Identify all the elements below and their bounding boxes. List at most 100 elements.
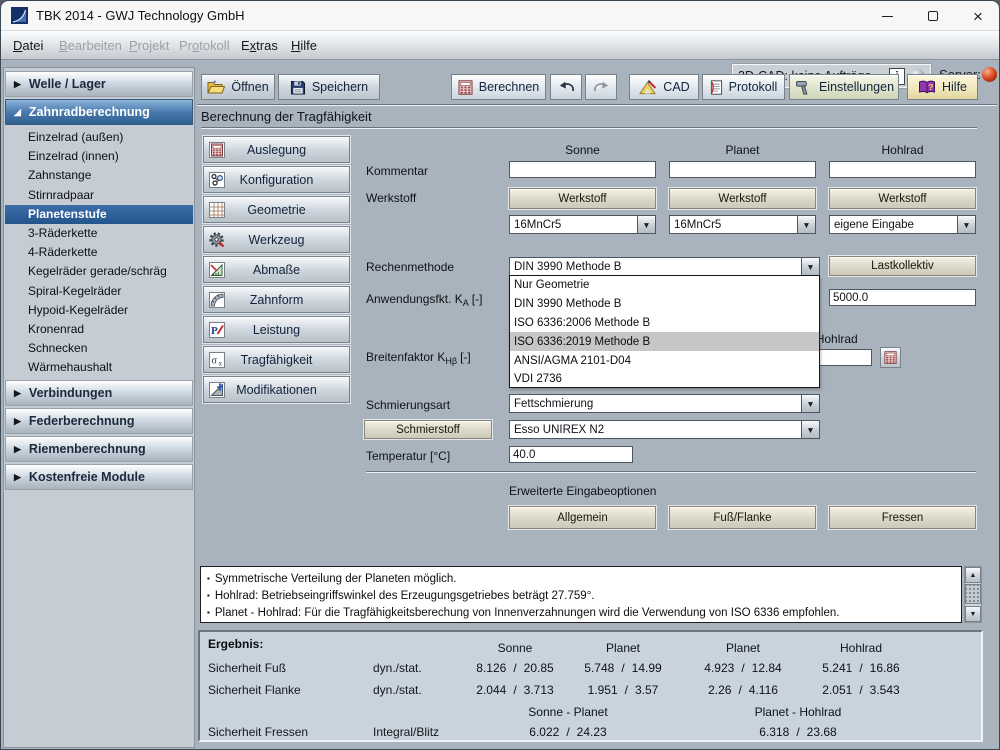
minimize-icon — [882, 16, 893, 17]
open-button[interactable]: Öffnen — [201, 74, 275, 100]
save-button[interactable]: Speichern — [278, 74, 380, 100]
schmierstoff-button[interactable]: Schmierstoff — [364, 420, 492, 439]
werkstoff-sonne-select[interactable]: 16MnCr5 ▼ — [509, 215, 656, 234]
allgemein-button[interactable]: Allgemein — [509, 506, 656, 529]
sidebar-item-planetenstufe[interactable]: Planetenstufe — [5, 205, 193, 224]
sidebar-group-zahnradberechnung[interactable]: ◢ Zahnradberechnung — [5, 99, 193, 125]
sidebar-item-kronenrad[interactable]: Kronenrad — [5, 320, 193, 339]
chevron-down-icon[interactable]: ▼ — [801, 395, 819, 412]
redo-button[interactable] — [585, 74, 617, 100]
sidebar-item-4-raederkette[interactable]: 4-Räderkette — [5, 243, 193, 262]
sidebar-item-schnecken[interactable]: Schnecken — [5, 339, 193, 358]
chevron-down-icon[interactable]: ▼ — [797, 216, 815, 233]
sidebar-item-list: Einzelrad (außen) Einzelrad (innen) Zahn… — [5, 128, 193, 377]
menu-datei[interactable]: Datei — [3, 31, 53, 59]
sidebar-group-federberechnung[interactable]: ▶ Federberechnung — [5, 408, 193, 434]
chevron-down-icon[interactable]: ▼ — [801, 421, 819, 438]
maximize-button[interactable] — [914, 1, 952, 31]
tooth-form-icon — [209, 292, 225, 308]
zahnform-button[interactable]: Zahnform — [203, 286, 350, 313]
lastkollektiv-button[interactable]: Lastkollektiv — [829, 256, 976, 276]
schmierungsart-label: Schmierungsart — [366, 398, 450, 412]
dropdown-option-vdi-2736[interactable]: VDI 2736 — [510, 370, 819, 389]
design-calculator-icon — [209, 142, 225, 158]
werkstoff-planet-select[interactable]: 16MnCr5 ▼ — [669, 215, 816, 234]
results-pair-sonne-planet: Sonne - Planet — [498, 705, 638, 719]
sidebar-item-einzelrad-aussen[interactable]: Einzelrad (außen) — [5, 128, 193, 147]
kommentar-sonne-input[interactable] — [509, 161, 656, 178]
help-button[interactable]: ? Hilfe — [907, 74, 978, 100]
calculate-button[interactable]: Berechnen — [451, 74, 546, 100]
cad-button[interactable]: CAD — [629, 74, 699, 100]
menu-protokoll[interactable]: Protokoll — [169, 31, 240, 59]
konfiguration-button[interactable]: Konfiguration — [203, 166, 350, 193]
sidebar-group-verbindungen[interactable]: ▶ Verbindungen — [5, 380, 193, 406]
geometrie-button[interactable]: Geometrie — [203, 196, 350, 223]
tool-gear-icon — [209, 232, 225, 248]
sidebar-item-spiral-kegelraeder[interactable]: Spiral-Kegelräder — [5, 282, 193, 301]
chevron-down-icon[interactable]: ▼ — [637, 216, 655, 233]
minimize-button[interactable] — [868, 1, 906, 31]
message-line: ▪Hohlrad: Betriebseingriffswinkel des Er… — [207, 587, 955, 604]
tolerances-ruler-icon — [209, 262, 225, 278]
results-pair-planet-hohlrad: Planet - Hohlrad — [728, 705, 868, 719]
dropdown-option-iso-6336-2006[interactable]: ISO 6336:2006 Methode B — [510, 314, 819, 333]
page-title: Berechnung der Tragfähigkeit — [201, 109, 372, 124]
message-scrollbar[interactable]: ▲ ▼ — [964, 566, 982, 623]
sidebar-item-3-raederkette[interactable]: 3-Räderkette — [5, 224, 193, 243]
scroll-thumb[interactable] — [965, 584, 981, 604]
dropdown-option-din-3990[interactable]: DIN 3990 Methode B — [510, 295, 819, 314]
erweiterte-eingabeoptionen-label: Erweiterte Eingabeoptionen — [509, 484, 656, 498]
abmasse-button[interactable]: Abmaße — [203, 256, 350, 283]
werkstoff-hohlrad-button[interactable]: Werkstoff — [829, 188, 976, 209]
schmierungsart-select[interactable]: Fettschmierung ▼ — [509, 394, 820, 413]
lastwechsel-input[interactable] — [829, 289, 976, 306]
kommentar-hohlrad-input[interactable] — [829, 161, 976, 178]
settings-button[interactable]: Einstellungen — [789, 74, 899, 100]
sidebar-group-kostenfreie-module[interactable]: ▶ Kostenfreie Module — [5, 464, 193, 490]
menu-extras[interactable]: Extras — [231, 31, 288, 59]
sidebar-group-welle-lager[interactable]: ▶ Welle / Lager — [5, 71, 193, 97]
dropdown-option-nur-geometrie[interactable]: Nur Geometrie — [510, 276, 819, 295]
document-icon — [710, 80, 723, 95]
breitenfaktor-calc-button[interactable] — [880, 347, 901, 368]
dropdown-option-iso-6336-2019[interactable]: ISO 6336:2019 Methode B — [510, 332, 819, 351]
message-line: ▪Planet - Hohlrad: Für die Tragfähigkeit… — [207, 604, 955, 621]
sidebar-item-hypoid-kegelraeder[interactable]: Hypoid-Kegelräder — [5, 301, 193, 320]
scroll-down-button[interactable]: ▼ — [965, 606, 981, 622]
sidebar-item-zahnstange[interactable]: Zahnstange — [5, 166, 193, 185]
scroll-up-button[interactable]: ▲ — [965, 567, 981, 583]
chevron-down-icon[interactable]: ▼ — [957, 216, 975, 233]
auslegung-button[interactable]: Auslegung — [203, 136, 350, 163]
chevron-down-icon[interactable]: ▼ — [801, 258, 819, 275]
kommentar-planet-input[interactable] — [669, 161, 816, 178]
temperatur-input[interactable] — [509, 446, 633, 463]
sidebar-item-waermehaushalt[interactable]: Wärmehaushalt — [5, 358, 193, 377]
fuss-flanke-button[interactable]: Fuß/Flanke — [669, 506, 816, 529]
sidebar-item-stirnradpaar[interactable]: Stirnradpaar — [5, 186, 193, 205]
calculator-icon — [458, 80, 473, 95]
close-button[interactable]: × — [959, 1, 997, 31]
dropdown-option-ansi-agma[interactable]: ANSI/AGMA 2101-D04 — [510, 351, 819, 370]
undo-button[interactable] — [550, 74, 582, 100]
menu-hilfe[interactable]: Hilfe — [281, 31, 327, 59]
werkstoff-sonne-button[interactable]: Werkstoff — [509, 188, 656, 209]
tragfaehigkeit-button[interactable]: σx Tragfähigkeit — [203, 346, 350, 373]
modifikationen-button[interactable]: Modifikationen — [203, 376, 350, 403]
werkzeug-button[interactable]: Werkzeug — [203, 226, 350, 253]
fressen-button[interactable]: Fressen — [829, 506, 976, 529]
sidebar-item-einzelrad-innen[interactable]: Einzelrad (innen) — [5, 147, 193, 166]
werkstoff-planet-button[interactable]: Werkstoff — [669, 188, 816, 209]
sidebar-group-riemenberechnung[interactable]: ▶ Riemenberechnung — [5, 436, 193, 462]
message-box: ▪Symmetrische Verteilung der Planeten mö… — [200, 566, 962, 623]
collapsed-arrow-icon: ▶ — [14, 416, 21, 427]
protocol-button[interactable]: Protokoll — [702, 74, 785, 100]
leistung-button[interactable]: P Leistung — [203, 316, 350, 343]
results-col-hohlrad: Hohlrad — [801, 641, 921, 655]
sidebar-item-kegelraeder[interactable]: Kegelräder gerade/schräg — [5, 262, 193, 281]
werkstoff-hohlrad-select[interactable]: eigene Eingabe ▼ — [829, 215, 976, 234]
rechenmethode-select[interactable]: DIN 3990 Methode B ▼ — [509, 257, 820, 276]
maximize-icon — [928, 11, 938, 21]
werkstoff-label: Werkstoff — [366, 191, 416, 205]
schmierstoff-select[interactable]: Esso UNIREX N2 ▼ — [509, 420, 820, 439]
